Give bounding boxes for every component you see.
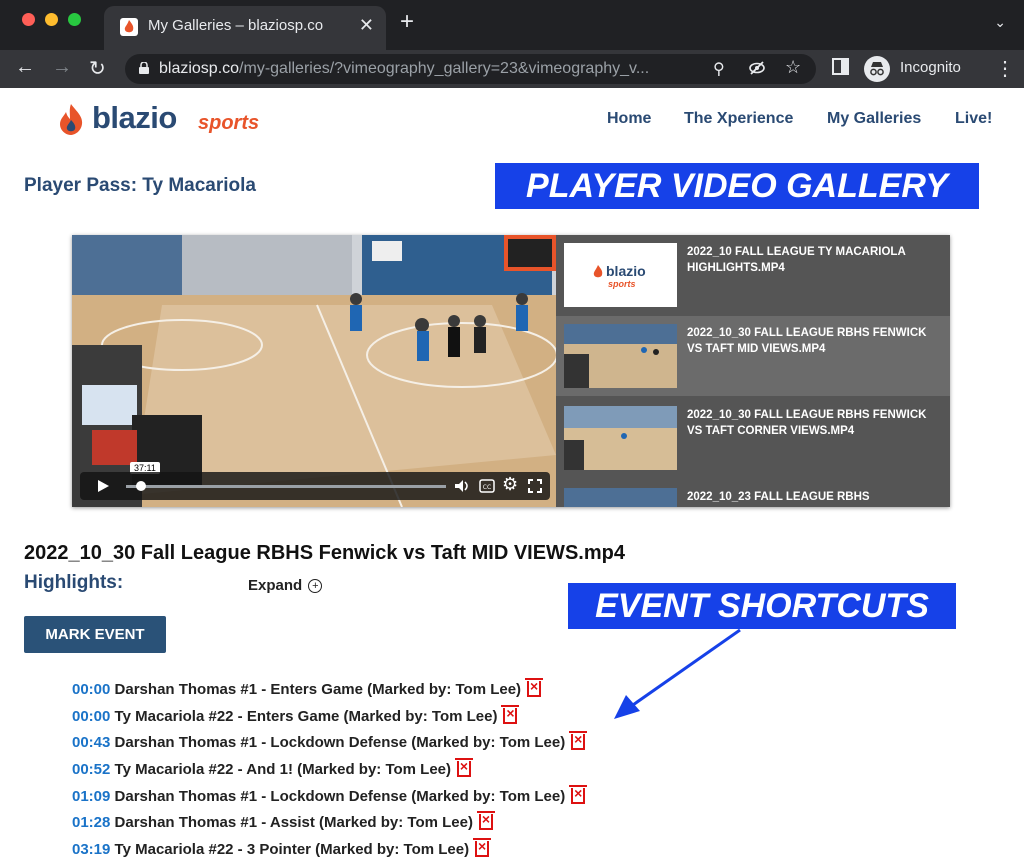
delete-event-icon[interactable]	[569, 784, 588, 804]
progress-handle[interactable]	[136, 481, 146, 491]
url-text: blaziosp.co/my-galleries/?vimeography_ga…	[159, 60, 650, 77]
delete-event-icon[interactable]	[501, 704, 520, 724]
delete-event-icon[interactable]	[473, 838, 492, 858]
incognito-label: Incognito	[900, 59, 961, 76]
event-text: Ty Macariola #22 - 3 Pointer (Marked by:…	[114, 841, 470, 859]
event-shortcuts-annotation: EVENT SHORTCUTS	[568, 583, 956, 629]
svg-text:CC: CC	[483, 484, 491, 491]
maximize-window-button[interactable]	[68, 13, 81, 26]
delete-event-icon[interactable]	[455, 758, 474, 778]
video-gallery-player: 37:11 CC ⚙ blazio sports 2022_10 FALL LE…	[72, 235, 950, 507]
browser-menu-icon[interactable]: ⋮	[995, 56, 1015, 81]
thumb-logo-word: blazio	[606, 263, 646, 279]
new-tab-button[interactable]: +	[400, 10, 414, 34]
address-bar[interactable]: blaziosp.co/my-galleries/?vimeography_ga…	[125, 54, 816, 84]
event-row: 00:52 Ty Macariola #22 - And 1! (Marked …	[72, 758, 585, 788]
highlights-label: Highlights:	[24, 572, 124, 593]
close-window-button[interactable]	[22, 13, 35, 26]
delete-event-icon[interactable]	[476, 811, 495, 831]
side-panel-icon[interactable]	[832, 58, 849, 81]
event-text: Darshan Thomas #1 - Lockdown Defense (Ma…	[114, 787, 566, 805]
forward-button[interactable]: →	[52, 56, 72, 79]
playlist-thumb-court	[564, 324, 677, 388]
minimize-window-button[interactable]	[45, 13, 58, 26]
playlist-item-active[interactable]: 2022_10_30 FALL LEAGUE RBHS FENWICK VS T…	[556, 316, 950, 396]
event-text: Darshan Thomas #1 - Lockdown Defense (Ma…	[114, 734, 566, 752]
annotation-arrow-icon	[614, 628, 741, 719]
delete-event-icon[interactable]	[569, 731, 588, 751]
playlist-item[interactable]: 2022_10_30 FALL LEAGUE RBHS FENWICK VS T…	[556, 398, 950, 478]
tab-close-icon[interactable]: ✕	[359, 15, 374, 36]
back-button[interactable]: ←	[15, 56, 35, 79]
video-frame[interactable]: 37:11 CC ⚙	[72, 235, 556, 507]
playlist-item[interactable]: blazio sports 2022_10 FALL LEAGUE TY MAC…	[556, 235, 950, 315]
playlist-item-title: 2022_10_30 FALL LEAGUE RBHS FENWICK VS T…	[687, 409, 927, 437]
event-text: Ty Macariola #22 - And 1! (Marked by: To…	[114, 761, 452, 779]
playlist-thumb-logo: blazio sports	[564, 243, 677, 307]
event-text: Darshan Thomas #1 - Enters Game (Marked …	[114, 681, 522, 698]
event-row: 00:00 Darshan Thomas #1 - Enters Game (M…	[72, 678, 585, 708]
volume-icon[interactable]	[454, 478, 470, 494]
tab-title: My Galleries – blaziosp.co	[148, 17, 324, 34]
event-row: 01:28 Darshan Thomas #1 - Assist (Marked…	[72, 811, 585, 841]
event-row: 00:00 Ty Macariola #22 - Enters Game (Ma…	[72, 704, 585, 735]
browser-toolbar: ← → ↻ blaziosp.co/my-galleries/?vimeogra…	[0, 50, 1024, 88]
event-list: 00:00 Darshan Thomas #1 - Enters Game (M…	[72, 678, 588, 868]
playlist-item-title: 2022_10 FALL LEAGUE TY MACARIOLA HIGHLIG…	[687, 246, 906, 274]
playlist-item-title: 2022_10_30 FALL LEAGUE RBHS FENWICK VS T…	[687, 327, 927, 355]
playlist-thumb-court	[564, 406, 677, 470]
delete-event-icon[interactable]	[525, 678, 544, 697]
zoom-icon[interactable]: ⚲	[713, 59, 725, 79]
event-text: Ty Macariola #22 - Enters Game (Marked b…	[114, 707, 498, 725]
flame-icon	[60, 104, 83, 135]
progress-track[interactable]	[126, 485, 446, 488]
incognito-icon	[864, 56, 890, 82]
bookmark-star-icon[interactable]: ☆	[785, 57, 801, 78]
logo-sports-text: sports	[198, 112, 260, 134]
event-timestamp-link[interactable]: 00:52	[72, 761, 110, 778]
browser-tab[interactable]: My Galleries – blaziosp.co ✕	[104, 6, 386, 50]
site-favicon-icon	[120, 18, 138, 36]
nav-live[interactable]: Live!	[955, 110, 992, 128]
player-pass-heading: Player Pass: Ty Macariola	[24, 175, 256, 196]
event-timestamp-link[interactable]: 03:19	[72, 841, 110, 858]
logo-wordmark: blazio	[92, 100, 177, 135]
play-icon[interactable]	[96, 479, 110, 493]
nav-my-galleries[interactable]: My Galleries	[827, 110, 921, 128]
event-row: 00:43 Darshan Thomas #1 - Lockdown Defen…	[72, 731, 588, 761]
captions-icon[interactable]: CC	[479, 479, 495, 493]
settings-gear-icon[interactable]: ⚙	[502, 474, 518, 495]
reload-button[interactable]: ↻	[89, 56, 106, 81]
plus-circle-icon: +	[308, 579, 323, 593]
nav-the-xperience[interactable]: The Xperience	[684, 110, 793, 128]
expand-label: Expand	[248, 577, 303, 594]
playlist-item-title: 2022_10_23 FALL LEAGUE RBHS	[687, 491, 870, 503]
tab-search-chevron-icon[interactable]: ⌄	[994, 14, 1006, 31]
event-timestamp-link[interactable]: 00:43	[72, 734, 110, 751]
playlist-item[interactable]: 2022_10_23 FALL LEAGUE RBHS	[556, 480, 950, 507]
playlist-thumb-court	[564, 488, 677, 507]
lock-icon	[139, 62, 149, 74]
event-timestamp-link[interactable]: 00:00	[72, 708, 110, 725]
nav-home[interactable]: Home	[607, 110, 651, 128]
tracking-blocked-eye-icon[interactable]	[748, 59, 766, 82]
player-video-gallery-annotation: PLAYER VIDEO GALLERY	[495, 163, 979, 209]
fullscreen-icon[interactable]	[528, 479, 542, 493]
video-controls: CC ⚙	[80, 472, 550, 500]
event-row: 03:19 Ty Macariola #22 - 3 Pointer (Mark…	[72, 838, 585, 868]
event-text: Darshan Thomas #1 - Assist (Marked by: T…	[114, 814, 473, 832]
event-timestamp-link[interactable]: 00:00	[72, 681, 110, 698]
event-timestamp-link[interactable]: 01:09	[72, 788, 110, 805]
thumb-logo-sports: sports	[608, 279, 636, 289]
mark-event-button[interactable]: MARK EVENT	[24, 616, 166, 653]
expand-toggle[interactable]: Expand +	[248, 577, 323, 594]
event-row: 01:09 Darshan Thomas #1 - Lockdown Defen…	[72, 784, 588, 815]
event-timestamp-link[interactable]: 01:28	[72, 814, 110, 831]
current-video-title: 2022_10_30 Fall League RBHS Fenwick vs T…	[24, 542, 625, 564]
browser-tab-bar: My Galleries – blaziosp.co ✕ + ⌄	[0, 0, 1024, 50]
